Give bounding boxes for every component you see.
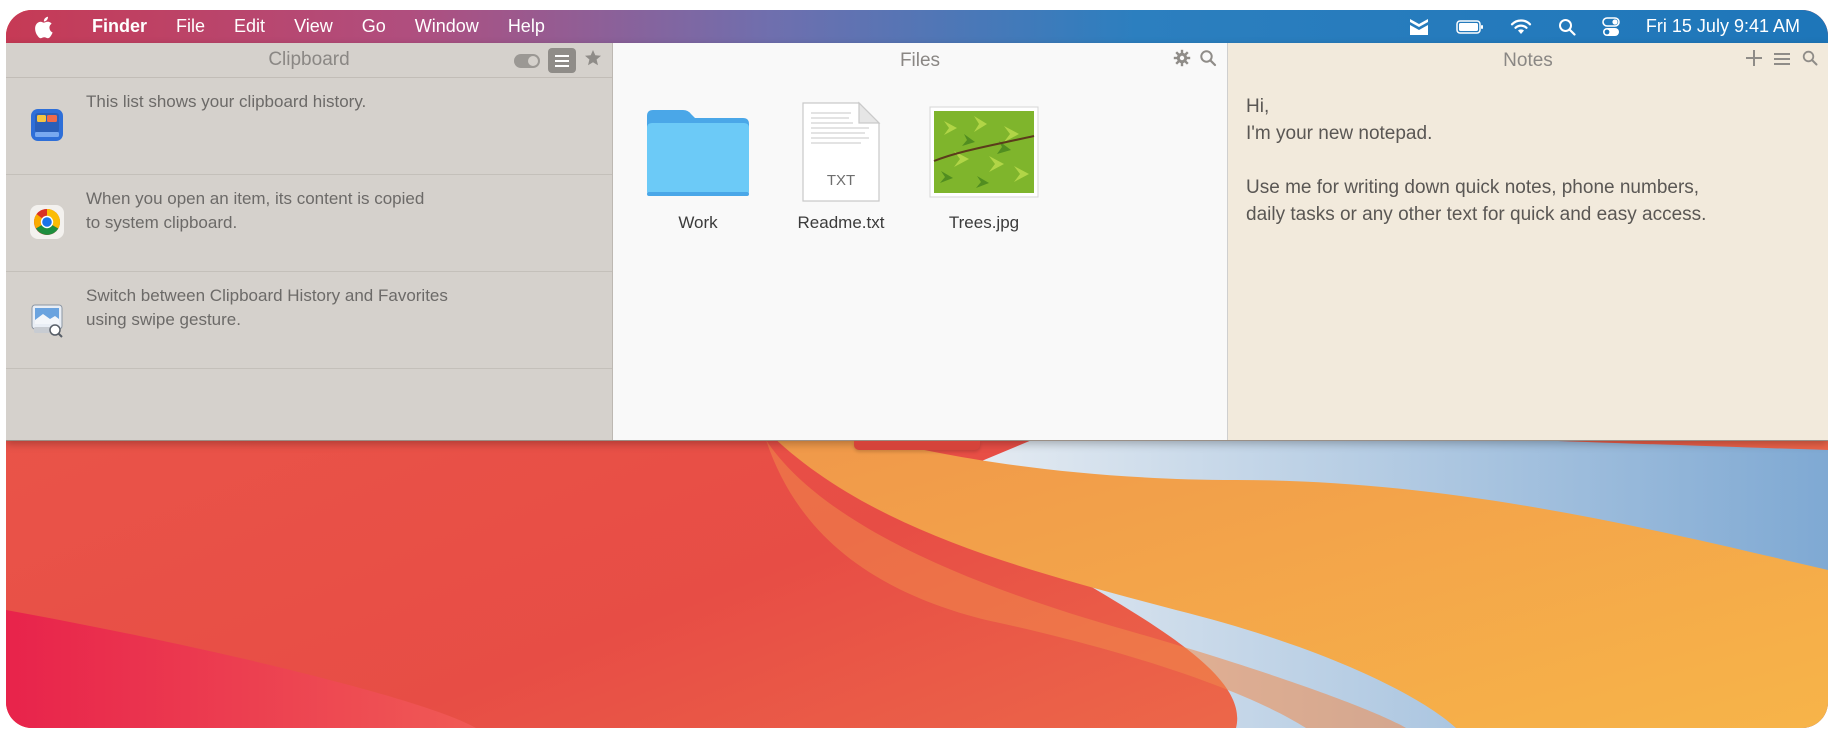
desktop: Finder File Edit View Go Window Help Fri… bbox=[6, 10, 1828, 728]
folder-icon bbox=[647, 110, 749, 196]
chrome-app-icon bbox=[28, 203, 66, 241]
menu-file[interactable]: File bbox=[176, 16, 205, 37]
note-line: Use me for writing down quick notes, pho… bbox=[1246, 177, 1700, 198]
clipboard-item[interactable]: Switch between Clipboard History and Fav… bbox=[6, 272, 612, 369]
menu-edit[interactable]: Edit bbox=[234, 16, 265, 37]
txt-file-icon bbox=[802, 101, 881, 202]
menu-bar-clock[interactable]: Fri 15 July 9:41 AM bbox=[1646, 16, 1800, 37]
file-name: Trees.jpg bbox=[948, 213, 1020, 232]
wifi-icon[interactable] bbox=[1510, 18, 1532, 35]
search-icon[interactable] bbox=[1802, 50, 1818, 72]
control-center-icon[interactable] bbox=[1602, 16, 1620, 37]
menu-finder[interactable]: Finder bbox=[92, 16, 147, 37]
file-item-work[interactable]: Work bbox=[633, 97, 763, 233]
clipboard-item-text: When you open an item, its content is co… bbox=[86, 189, 425, 232]
battery-icon[interactable] bbox=[1456, 19, 1484, 34]
note-line: Hi, bbox=[1246, 96, 1270, 117]
spotlight-search-icon[interactable] bbox=[1558, 18, 1576, 36]
file-name: Work bbox=[678, 213, 718, 232]
note-line: daily tasks or any other text for quick … bbox=[1246, 204, 1707, 225]
notes-text-area[interactable]: Hi, I'm your new notepad. Use me for wri… bbox=[1246, 93, 1806, 228]
dropzone-tray-icon[interactable] bbox=[1408, 17, 1430, 37]
clipboard-item[interactable]: When you open an item, its content is co… bbox=[6, 175, 612, 272]
preview-app-icon bbox=[28, 300, 66, 338]
clipboard-item[interactable]: This list shows your clipboard history. bbox=[6, 78, 612, 175]
gear-icon[interactable] bbox=[1173, 49, 1191, 73]
files-title: Files bbox=[899, 49, 941, 71]
files-header: Files bbox=[613, 43, 1227, 78]
menu-go[interactable]: Go bbox=[362, 16, 386, 37]
clipboard-item-text: Switch between Clipboard History and Fav… bbox=[86, 286, 448, 329]
note-line bbox=[1246, 147, 1806, 174]
file-name: Readme.txt bbox=[797, 213, 885, 232]
clipboard-item-text: This list shows your clipboard history. bbox=[86, 92, 367, 111]
clipboard-header: Clipboard bbox=[6, 43, 612, 78]
txt-badge: TXT bbox=[826, 172, 856, 189]
notes-header: Notes bbox=[1228, 43, 1828, 78]
dropdown-panel: Clipboard This list shows your clipboard… bbox=[6, 43, 1828, 441]
notes-pane: Notes Hi, I'm your new notepad. Use me f… bbox=[1228, 43, 1828, 440]
list-icon[interactable] bbox=[1774, 50, 1790, 72]
menu-bar: Finder File Edit View Go Window Help Fri… bbox=[6, 10, 1828, 43]
star-icon[interactable] bbox=[584, 49, 602, 73]
file-item-readme[interactable]: TXT Readme.txt bbox=[776, 97, 906, 233]
plus-icon[interactable] bbox=[1746, 49, 1762, 72]
menu-window[interactable]: Window bbox=[415, 16, 479, 37]
clipboard-title: Clipboard bbox=[268, 49, 350, 70]
toggle-icon[interactable] bbox=[514, 53, 540, 68]
files-pane: Files Work TXT Readme.txt Trees.jpg bbox=[613, 43, 1228, 440]
image-thumbnail bbox=[929, 106, 1039, 198]
list-icon[interactable] bbox=[548, 48, 576, 73]
notes-app-icon bbox=[28, 106, 66, 144]
menu-view[interactable]: View bbox=[294, 16, 333, 37]
clipboard-pane: Clipboard This list shows your clipboard… bbox=[6, 43, 613, 440]
file-item-trees[interactable]: Trees.jpg bbox=[919, 97, 1049, 233]
panel-drag-handle[interactable] bbox=[854, 441, 980, 450]
search-icon[interactable] bbox=[1199, 49, 1217, 73]
notes-title: Notes bbox=[1503, 49, 1553, 71]
note-line: I'm your new notepad. bbox=[1246, 123, 1433, 144]
apple-logo-icon[interactable] bbox=[34, 15, 70, 39]
menu-help[interactable]: Help bbox=[508, 16, 545, 37]
